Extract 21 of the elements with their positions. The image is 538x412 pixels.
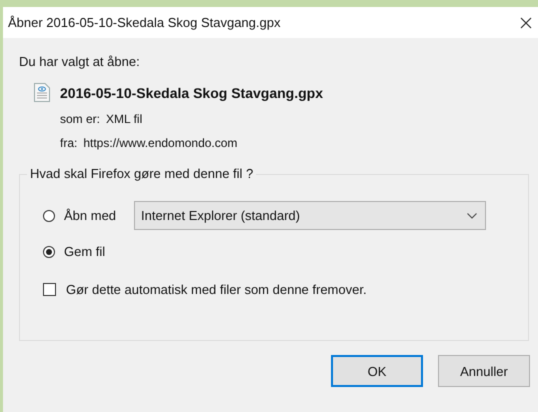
- window-title: Åbner 2016-05-10-Skedala Skog Stavgang.gpx: [8, 15, 280, 30]
- intro-text: Du har valgt at åbne:: [19, 54, 141, 69]
- option-label[interactable]: Gem fil: [64, 244, 134, 259]
- file-name: 2016-05-10-Skedala Skog Stavgang.gpx: [60, 84, 323, 100]
- option-label[interactable]: Åbn med: [64, 208, 134, 223]
- checkbox-label[interactable]: Gør dette automatisk med filer som denne fremover.: [66, 282, 367, 297]
- radio-button[interactable]: [43, 210, 55, 222]
- dropdown-value: Internet Explorer (standard): [141, 208, 300, 223]
- radio-button[interactable]: [43, 246, 55, 258]
- group-legend: Hvad skal Firefox gøre med denne fil ?: [27, 166, 256, 181]
- close-icon[interactable]: [520, 16, 532, 28]
- file-type-label: som er:: [60, 112, 100, 126]
- file-source-label: fra:: [60, 136, 78, 150]
- file-type-value: XML fil: [106, 112, 142, 126]
- ok-button[interactable]: OK: [331, 355, 423, 387]
- application-dropdown[interactable]: Internet Explorer (standard): [134, 201, 486, 230]
- document-icon: [34, 83, 50, 102]
- cancel-button[interactable]: Annuller: [438, 355, 530, 387]
- caret-icon: [467, 212, 477, 218]
- checkbox[interactable]: [43, 283, 56, 296]
- file-source-value: https://www.endomondo.com: [83, 136, 238, 150]
